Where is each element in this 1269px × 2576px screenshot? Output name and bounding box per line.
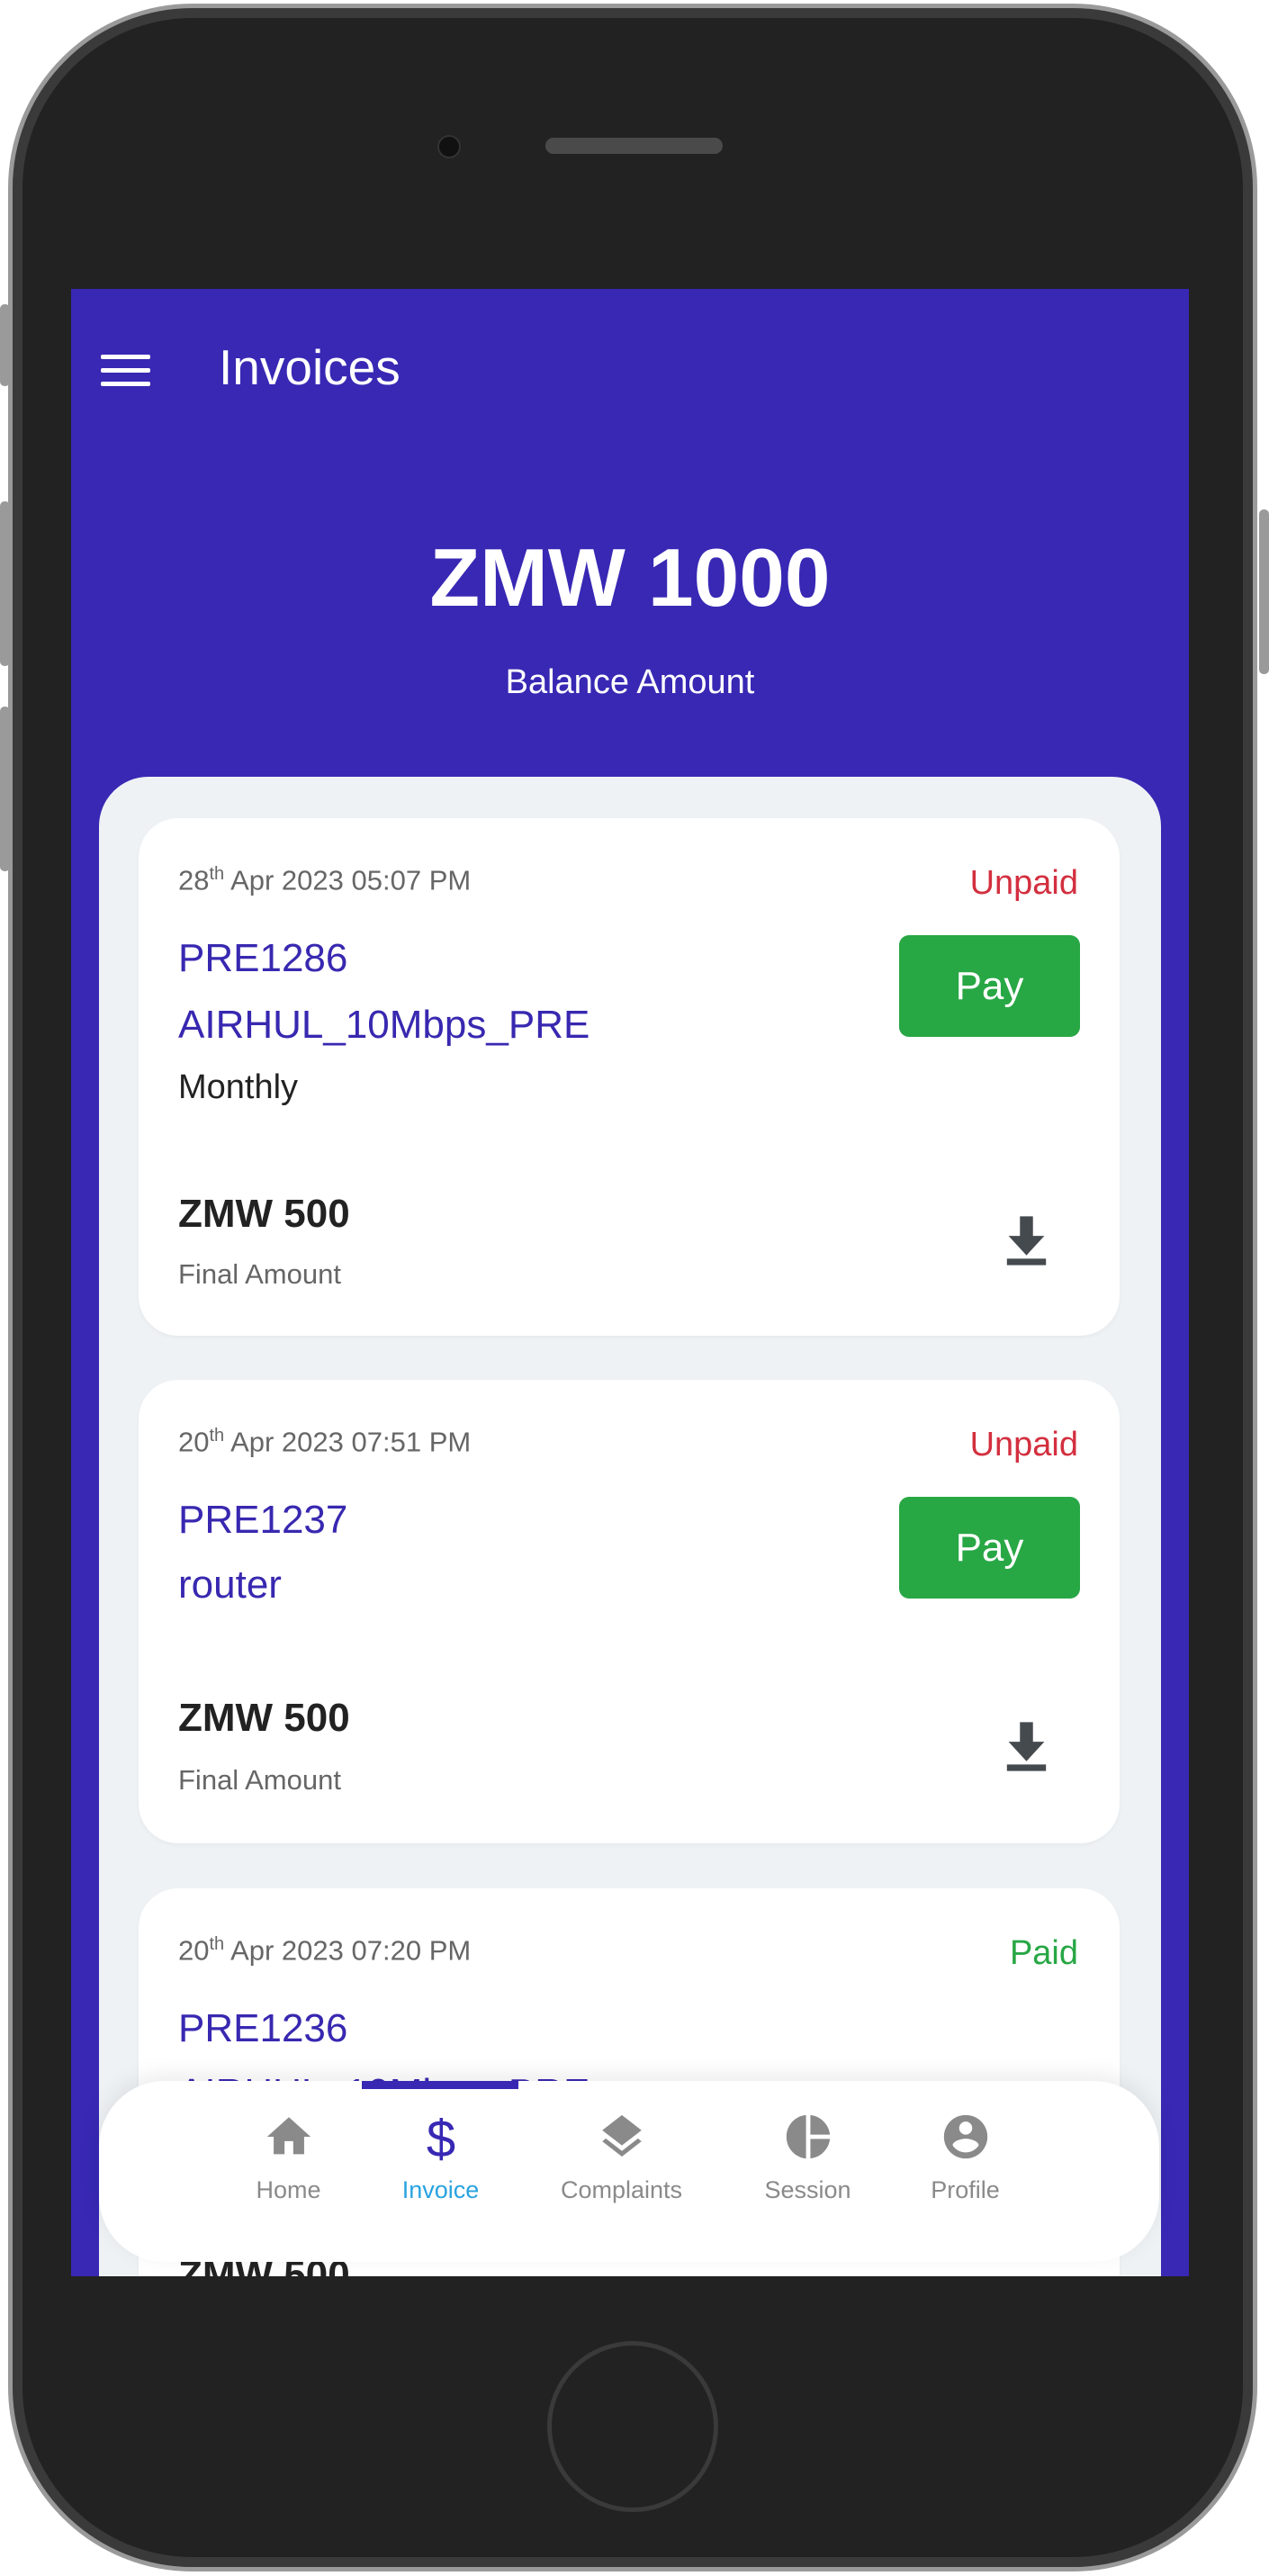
status-badge: Unpaid [969,864,1078,902]
final-amount: ZMW 500 [178,1192,350,1236]
invoice-card: 28th Apr 2023 05:07 PM Unpaid PRE1286 AI… [139,818,1120,1336]
nav-label: Profile [931,2176,1000,2203]
pay-button[interactable]: Pay [899,1497,1080,1599]
invoice-plan: router [178,1563,282,1607]
page-title: Invoices [219,339,400,395]
invoice-card: 20th Apr 2023 07:51 PM Unpaid PRE1237 ro… [139,1380,1120,1843]
invoice-date: 20th Apr 2023 07:20 PM [178,1934,472,1967]
final-amount-label: Final Amount [178,1764,341,1796]
nav-label: Complaints [560,2176,683,2203]
nav-label: Invoice [401,2176,480,2203]
balance-amount: ZMW 1000 [429,533,831,624]
invoice-date: 20th Apr 2023 07:51 PM [178,1426,472,1458]
pay-button[interactable]: Pay [899,935,1080,1037]
nav-complaints[interactable]: Complaints [531,2111,712,2204]
nav-profile[interactable]: Profile [875,2111,1056,2204]
nav-invoice[interactable]: $ Invoice [350,2111,531,2204]
nav-session[interactable]: Session [717,2111,898,2204]
pie-chart-icon [786,2114,830,2159]
home-icon [266,2117,310,2155]
nav-label: Session [764,2176,851,2203]
account-circle-icon [943,2114,987,2159]
download-icon[interactable] [1005,1722,1048,1771]
home-button[interactable] [547,2341,718,2512]
final-amount: ZMW 500 [178,1696,350,1740]
svg-text:$: $ [426,2111,454,2163]
invoice-number: PRE1286 [178,936,348,980]
layers-icon [601,2114,642,2157]
earpiece-speaker [545,138,723,154]
invoice-plan: AIRHUL_10Mbps_PRE [178,1003,590,1047]
download-icon[interactable] [1005,1216,1048,1265]
status-badge: Paid [1009,1934,1078,1972]
billing-cycle: Monthly [178,1068,299,1106]
power-button [1259,509,1269,674]
invoice-number: PRE1236 [178,2006,348,2050]
final-amount-label: Final Amount [178,1258,341,1290]
front-camera [437,135,461,158]
invoice-number: PRE1237 [178,1498,348,1542]
app-screen: Invoices ZMW 1000 Balance Amount 28th Ap… [71,289,1189,2276]
status-badge: Unpaid [969,1426,1078,1464]
active-tab-indicator [362,2081,518,2089]
bottom-nav: Home $ Invoice Complaints Session Profil… [99,2081,1159,2262]
balance-label: Balance Amount [505,663,755,701]
invoice-list[interactable]: 28th Apr 2023 05:07 PM Unpaid PRE1286 AI… [99,777,1161,2276]
dollar-icon: $ [426,2111,454,2163]
hamburger-icon[interactable] [101,355,150,388]
invoice-date: 28th Apr 2023 05:07 PM [178,864,472,896]
